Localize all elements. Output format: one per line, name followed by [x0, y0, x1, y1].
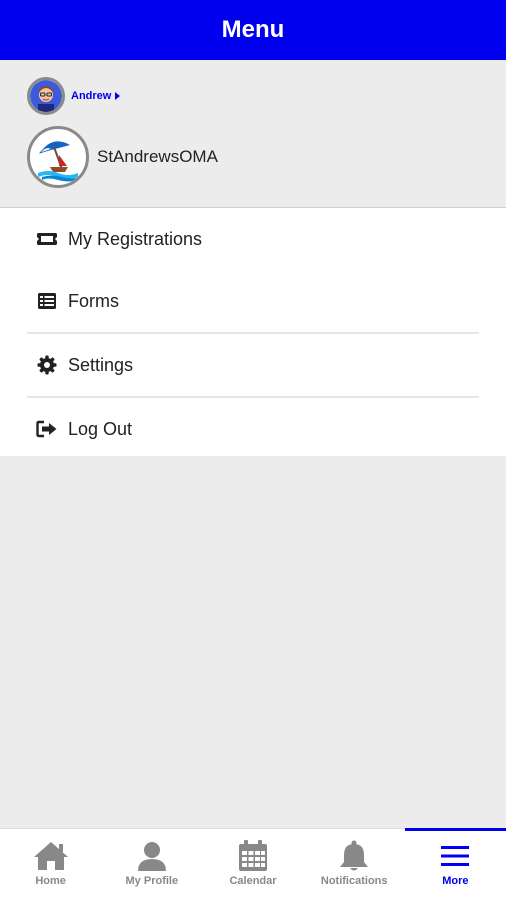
beach-umbrella-logo-icon: [32, 131, 84, 183]
caret-right-icon: [115, 92, 121, 100]
calendar-icon: [238, 839, 268, 873]
organization-row[interactable]: StAndrewsOMA: [27, 126, 218, 188]
bottom-tab-bar: Home My Profile Calendar Notifications M…: [0, 828, 506, 900]
user-avatar[interactable]: [27, 77, 65, 115]
bell-icon: [339, 839, 369, 873]
menu-item-settings[interactable]: Settings: [0, 334, 506, 396]
tab-notifications[interactable]: Notifications: [304, 829, 405, 900]
cartoon-person-icon: [30, 80, 62, 112]
organization-name: StAndrewsOMA: [97, 147, 218, 166]
list-icon: [36, 290, 58, 312]
menu-item-label: Log Out: [68, 418, 133, 439]
menu-item-label: My Registrations: [68, 228, 203, 249]
menu-item-log-out[interactable]: Log Out: [0, 398, 506, 460]
tab-my-profile[interactable]: My Profile: [101, 829, 202, 900]
menu-item-my-registrations[interactable]: My Registrations: [0, 208, 506, 270]
organization-logo: [27, 126, 89, 188]
tab-label: Home: [35, 875, 66, 887]
tab-home[interactable]: Home: [0, 829, 101, 900]
tab-more[interactable]: More: [404, 828, 506, 900]
hamburger-menu-icon: [440, 839, 470, 873]
user-icon: [136, 839, 168, 873]
menu-item-label: Settings: [68, 354, 134, 375]
profile-section: Andrew StAndrewsOMA: [0, 60, 506, 208]
tab-label: More: [442, 875, 469, 887]
tab-label: My Profile: [125, 875, 179, 887]
home-icon: [32, 839, 70, 873]
sign-out-icon: [36, 418, 58, 440]
tab-label: Notifications: [320, 875, 388, 887]
tab-label: Calendar: [229, 875, 277, 887]
top-header: Menu: [0, 0, 506, 60]
ticket-icon: [36, 228, 58, 250]
user-switcher[interactable]: Andrew: [27, 77, 121, 115]
tab-calendar[interactable]: Calendar: [202, 829, 303, 900]
menu-list: My Registrations Forms Settings Log Out: [0, 208, 506, 456]
menu-item-label: Forms: [68, 290, 119, 311]
menu-item-forms[interactable]: Forms: [0, 270, 506, 332]
user-name-label: Andrew: [71, 90, 112, 102]
gear-icon: [36, 354, 58, 376]
user-name-link[interactable]: Andrew: [71, 90, 121, 102]
page-title: Menu: [221, 16, 285, 43]
